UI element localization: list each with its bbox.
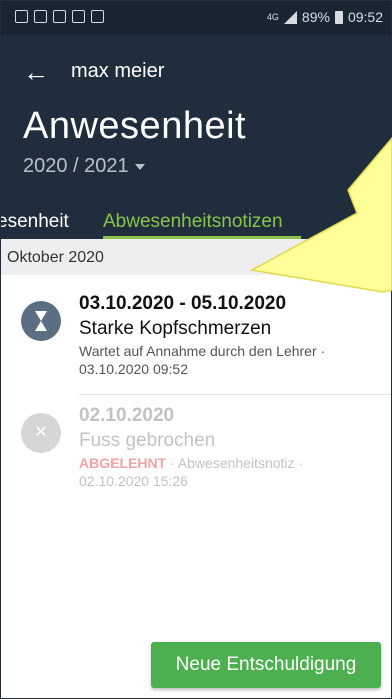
list-divider [79,394,391,395]
tab-attendance[interactable]: esenheit [1,211,69,233]
status-badge: ABGELEHNT [79,455,167,471]
notification-icons [15,10,104,23]
page-title: Anwesenheit [23,105,247,147]
absence-date: 02.10.2020 [79,405,175,426]
absence-description: Starke Kopfschmerzen [79,318,272,339]
absence-meta: ABGELEHNT · Abwesenheitsnotiz · 02.10.20… [79,454,303,490]
app-frame: 4G 89% 09:52 ← max meier Anwesenheit 202… [0,0,392,699]
signal-icon [283,10,297,24]
new-excuse-button[interactable]: Neue Entschuldigung [151,642,381,688]
absence-timestamp: 03.10.2020 09:52 [79,361,188,377]
absence-date: 03.10.2020 - 05.10.2020 [79,293,287,314]
app-header: ← max meier Anwesenheit 2020 / 2021 esen… [1,35,391,239]
hourglass-icon [21,301,61,341]
arrow-left-icon[interactable]: ← [23,59,49,85]
absence-type: · Abwesenheitsnotiz · [166,455,304,471]
status-bar: 4G 89% 09:52 [1,1,391,35]
school-year-label: 2020 / 2021 [23,155,129,177]
close-icon: ✕ [21,413,61,453]
clock: 09:52 [347,9,383,25]
network-type: 4G [266,11,279,22]
tab-bar: esenheit Abwesenheitsnotizen [1,205,391,239]
battery-level: 89% [301,9,330,25]
gallery-icon [91,10,104,23]
mail-icon [15,10,28,23]
school-year-selector[interactable]: 2020 / 2021 [23,155,145,178]
absence-status: Wartet auf Annahme durch den Lehrer · [79,343,326,359]
absence-timestamp: 02.10.2020 15:26 [79,473,188,489]
battery-icon [334,10,343,24]
chevron-down-icon [134,163,145,170]
image-icon [72,10,85,23]
month-label: Oktober 2020 [7,249,104,266]
system-indicators: 4G 89% 09:52 [267,9,383,25]
notification-icon [53,10,66,23]
notification-icon [34,10,47,23]
absence-meta: Wartet auf Annahme durch den Lehrer · 03… [79,342,325,378]
absence-description: Fuss gebrochen [79,430,216,451]
month-section-header: Oktober 2020 [1,239,391,275]
user-name: max meier [71,60,165,82]
tab-absence-notes[interactable]: Abwesenheitsnotizen [103,211,283,233]
